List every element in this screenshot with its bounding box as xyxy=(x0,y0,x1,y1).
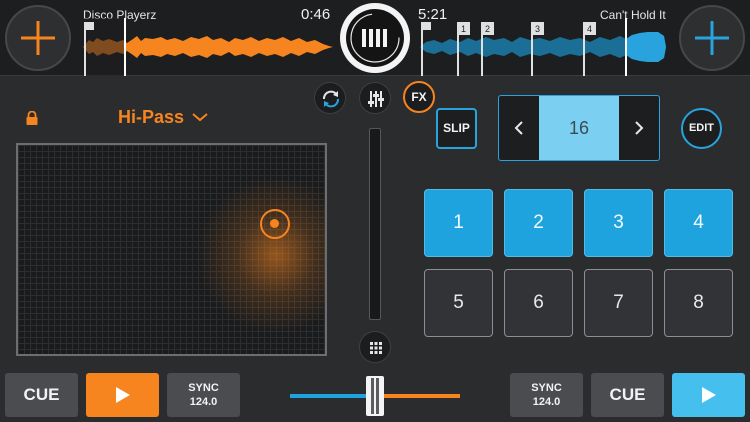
crossfader-knob[interactable] xyxy=(366,376,384,416)
right-sync-button[interactable]: SYNC 124.0 xyxy=(510,373,583,417)
plus-icon xyxy=(695,21,729,55)
left-play-button[interactable] xyxy=(86,373,159,417)
pitch-slider[interactable] xyxy=(369,128,381,320)
svg-text:3: 3 xyxy=(535,24,540,34)
chevron-left-icon xyxy=(514,121,523,135)
load-track-right-button[interactable] xyxy=(679,5,745,71)
hot-cue-pad-1[interactable]: 1 xyxy=(424,189,493,257)
svg-text:2: 2 xyxy=(485,24,490,34)
effect-name: Hi-Pass xyxy=(118,107,185,127)
left-waveform[interactable] xyxy=(83,18,333,76)
loop-size-value[interactable]: 16 xyxy=(539,96,619,160)
xy-pad-glow xyxy=(196,175,325,335)
play-icon xyxy=(702,387,716,403)
pads-view-button[interactable] xyxy=(359,331,391,363)
right-waveform[interactable]: 1 2 3 4 xyxy=(420,18,666,76)
svg-text:1: 1 xyxy=(461,24,466,34)
hot-cue-pad-7[interactable]: 7 xyxy=(584,269,653,337)
load-track-left-button[interactable] xyxy=(5,5,71,71)
fx-button[interactable]: FX xyxy=(403,81,435,113)
loop-sync-button[interactable] xyxy=(314,82,346,114)
hot-cue-pad-6[interactable]: 6 xyxy=(504,269,573,337)
left-cue-button[interactable]: CUE xyxy=(5,373,78,417)
left-bpm: 124.0 xyxy=(189,396,218,408)
hot-cue-pad-4[interactable]: 4 xyxy=(664,189,733,257)
left-sync-button[interactable]: SYNC 124.0 xyxy=(167,373,240,417)
left-sync-label: SYNC xyxy=(188,382,219,394)
edit-button[interactable]: EDIT xyxy=(681,108,722,149)
hot-cue-pad-3[interactable]: 3 xyxy=(584,189,653,257)
top-bar: Disco Playerz 0:46 5:21 Can't Hold It 1 … xyxy=(0,0,750,76)
hot-cue-pad-5[interactable]: 5 xyxy=(424,269,493,337)
loop-size-control: 16 xyxy=(498,95,660,161)
right-play-button[interactable] xyxy=(672,373,745,417)
lock-icon[interactable] xyxy=(25,110,39,130)
loop-arrows-icon xyxy=(323,90,339,108)
sliders-icon xyxy=(368,91,384,107)
chevron-right-icon xyxy=(635,121,644,135)
effect-selector[interactable]: Hi-Pass xyxy=(118,107,209,128)
play-icon xyxy=(116,387,130,403)
grid-icon xyxy=(370,342,382,354)
svg-text:4: 4 xyxy=(587,24,592,34)
plus-icon xyxy=(21,21,55,55)
slip-button[interactable]: SLIP xyxy=(436,108,477,149)
crossfader-right-track xyxy=(380,394,460,398)
right-sync-label: SYNC xyxy=(531,382,562,394)
mixer-button[interactable] xyxy=(359,82,391,114)
chevron-down-icon xyxy=(192,113,208,122)
hot-cue-pad-8[interactable]: 8 xyxy=(664,269,733,337)
loop-halve-button[interactable] xyxy=(499,96,539,160)
loop-double-button[interactable] xyxy=(619,96,659,160)
crossfader-left-track xyxy=(290,394,370,398)
right-cue-button[interactable]: CUE xyxy=(591,373,664,417)
cross-dj-logo-icon[interactable] xyxy=(340,3,410,73)
right-bpm: 124.0 xyxy=(532,396,561,408)
hot-cue-pad-2[interactable]: 2 xyxy=(504,189,573,257)
fx-xy-pad[interactable] xyxy=(16,143,327,356)
xy-pad-cursor[interactable] xyxy=(260,209,290,239)
